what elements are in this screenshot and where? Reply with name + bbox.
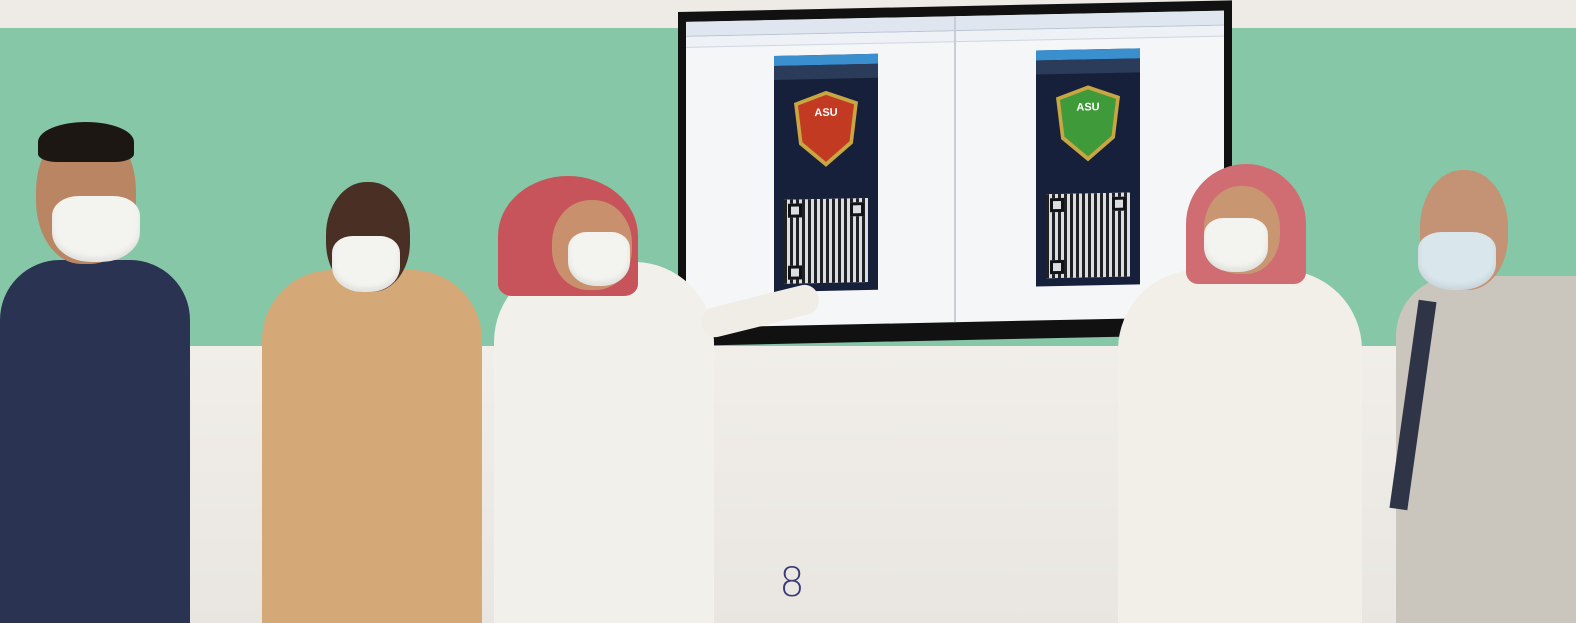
app-subheader: [774, 63, 878, 80]
left-browser-window: ASU: [686, 16, 956, 328]
status-shield-red: ASU: [798, 94, 854, 162]
qr-corner: [788, 203, 802, 218]
face-mask: [1204, 218, 1268, 272]
page-number: 8: [779, 560, 805, 606]
qr-corner: [850, 202, 864, 217]
status-shield-green: ASU: [1060, 89, 1116, 157]
qr-corner: [1112, 196, 1126, 211]
shield-logo-text: ASU: [1076, 101, 1100, 114]
person-body: [262, 270, 482, 623]
face-mask: [568, 232, 630, 286]
person-body: [1118, 270, 1362, 623]
person-body: [494, 262, 714, 623]
person-body: [0, 260, 190, 623]
face-mask: [52, 196, 140, 262]
qr-corner: [1050, 259, 1064, 275]
face-mask: [332, 236, 400, 292]
tv-screen: ASU ASU: [686, 10, 1224, 328]
app-subheader: [1036, 58, 1140, 75]
phone-screen-right: ASU: [1036, 48, 1140, 287]
face-mask: [1418, 232, 1496, 290]
phone-screen-left: ASU: [774, 53, 878, 292]
shield-icon: ASU: [794, 90, 858, 167]
qr-corner: [788, 265, 802, 280]
qr-code: [784, 198, 868, 284]
qr-corner: [1050, 197, 1064, 213]
hair: [38, 122, 134, 162]
shield-icon: ASU: [1056, 85, 1120, 162]
shield-logo-text: ASU: [814, 106, 838, 120]
qr-code: [1046, 192, 1130, 279]
